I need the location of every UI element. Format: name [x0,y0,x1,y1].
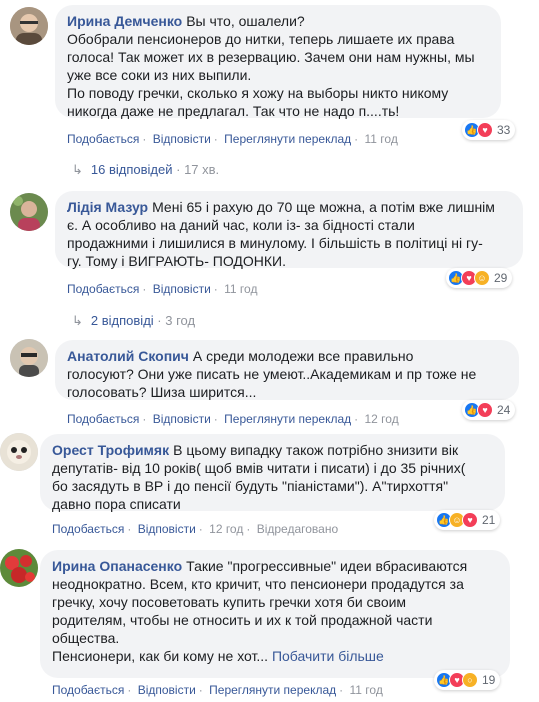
comment-text-line: родителям, чтобы не относить и их к той … [52,612,433,628]
reaction-count: 33 [497,123,511,137]
comment-text-line: В цьому випадку також потрібно знизити в… [173,442,459,458]
like-link[interactable]: Подобається [67,412,139,426]
translate-link[interactable]: Переглянути переклад [209,683,336,697]
comment-text-line: никогда даже не предлагал. Так что не на… [67,103,400,119]
comment-actions: Подобається · Відповісти · Переглянути пер… [67,132,398,146]
reply-arrow-icon: ↳ [72,162,83,177]
reaction-summary[interactable]: 👍 ♥ 24 [462,400,516,420]
comment-author[interactable]: Лідія Мазур [67,199,148,215]
replies-count[interactable]: 2 відповіді [91,313,154,328]
reply-link[interactable]: Відповісти [138,522,196,536]
comment-author[interactable]: Ирина Опанасенко [52,558,182,574]
comment-actions: Подобається · Відповісти · Переглянути пер… [52,683,383,697]
comment-author[interactable]: Ирина Демченко [67,13,182,29]
comment-time[interactable]: 12 год [365,412,399,426]
avatar[interactable] [10,7,48,45]
view-replies[interactable]: ↳ 16 відповідей · 17 хв. [72,162,219,178]
like-link[interactable]: Подобається [67,132,139,146]
comment-time[interactable]: 11 год [350,683,383,697]
comment-bubble: Орест Трофимяк В цьому випадку також потр… [40,434,505,512]
comment-text-line: депутатів- від 10 років( щоб вмів читати… [52,460,466,476]
reaction-count: 19 [482,673,496,687]
comment-bubble: Анатолий Скопич А среди молодежи все прав… [55,340,519,400]
comment-text-line: гречку, хочу посоветовать купить гречки … [52,594,407,610]
comment-author[interactable]: Орест Трофимяк [52,442,169,458]
like-link[interactable]: Подобається [52,683,124,697]
view-replies[interactable]: ↳ 2 відповіді · 3 год [72,313,195,329]
comment-text-line: неоднократно. Всем, кто кричит, что пенс… [52,576,464,592]
comment-actions: Подобається · Відповісти · 11 год [67,282,258,296]
avatar[interactable] [10,193,48,231]
comment-text-line: уже все соки из них выпили. [67,67,252,83]
heart-icon: ♥ [477,122,493,138]
comment-text-line: є. А особливо на даний час, коли із- за … [67,217,415,233]
comment-text-line: Пенсионери, как би кому не хот... [52,648,269,664]
replies-count[interactable]: 16 відповідей [91,162,173,177]
heart-icon: ♥ [477,402,493,418]
comment-text-line: продажними і лишилися в минулому. І біль… [67,235,483,251]
reaction-summary[interactable]: 👍 ♥ ☺ 29 [446,268,513,288]
reaction-summary[interactable]: 👍 ☺ ♥ 21 [434,510,501,530]
wow-icon: ○ [462,672,478,688]
reaction-summary[interactable]: 👍 ♥ ○ 19 [434,670,501,690]
comment-text-line: Такие "прогрессивные" идеи вбрасиваются [186,558,468,574]
replies-time: 3 год [165,313,196,328]
comment-text-line: Обобрали пенсионеров до нитки, теперь ли… [67,31,455,47]
comment-text-line: бо засядуть в ВР і до пенсії будуть "піа… [52,478,449,494]
comment-text-line: гу. Тому і ВИГРАЮТЬ- ПОДОНКИ. [67,253,287,269]
comment-text-line: давно пора списати [52,496,181,512]
like-link[interactable]: Подобається [52,522,124,536]
avatar[interactable] [0,433,38,471]
comment-bubble: Ирина Демченко Вы что, ошалели? Обобрали … [55,5,501,119]
reaction-count: 29 [494,271,508,285]
reaction-count: 21 [482,513,496,527]
comment-author[interactable]: Анатолий Скопич [67,348,189,364]
comment-text-line: общества. [52,630,120,646]
comment-actions: Подобається · Відповісти · Переглянути пер… [67,412,399,426]
comment-text-line: А среди молодежи все правильно [192,348,414,364]
reply-link[interactable]: Відповісти [153,282,211,296]
comment-actions: Подобається · Відповісти · 12 год · Відреда… [52,522,339,536]
reaction-count: 24 [497,403,511,417]
reply-arrow-icon: ↳ [72,313,83,328]
edited-label[interactable]: Відредаговано [257,522,338,536]
comment-text-line: голосуют? Они уже писать не умеют..Акаде… [67,366,477,382]
comment-text-line: голосовать? Шиза ширится... [67,384,257,400]
replies-time: 17 хв. [184,162,220,177]
comment-time[interactable]: 12 год [209,522,243,536]
comment-text-line: Вы что, ошалели? [186,13,305,29]
haha-icon: ☺ [474,270,490,286]
translate-link[interactable]: Переглянути переклад [224,412,351,426]
reply-link[interactable]: Відповісти [153,132,211,146]
reply-link[interactable]: Відповісти [138,683,196,697]
comment-text-line: голоса! Так может их в резервацию. Зачем… [67,49,475,65]
avatar[interactable] [0,549,38,587]
reaction-summary[interactable]: 👍 ♥ 33 [462,120,516,140]
comment-bubble: Ирина Опанасенко Такие "прогрессивные" ид… [40,550,510,678]
avatar[interactable] [10,339,48,377]
comment-time[interactable]: 11 год [224,282,257,296]
reply-link[interactable]: Відповісти [153,412,211,426]
comment-bubble: Лідія Мазур Мені 65 і рахую до 70 ще можн… [55,191,523,269]
like-link[interactable]: Подобається [67,282,139,296]
comment-text-line: Мені 65 і рахую до 70 ще можна, а потім … [152,199,495,215]
translate-link[interactable]: Переглянути переклад [224,132,351,146]
comment-time[interactable]: 11 год [365,132,398,146]
see-more-link[interactable]: Побачити більше [272,648,384,664]
comment-text-line: По поводу гречки, сколько я хожу на выбо… [67,85,449,101]
heart-icon: ♥ [462,512,478,528]
